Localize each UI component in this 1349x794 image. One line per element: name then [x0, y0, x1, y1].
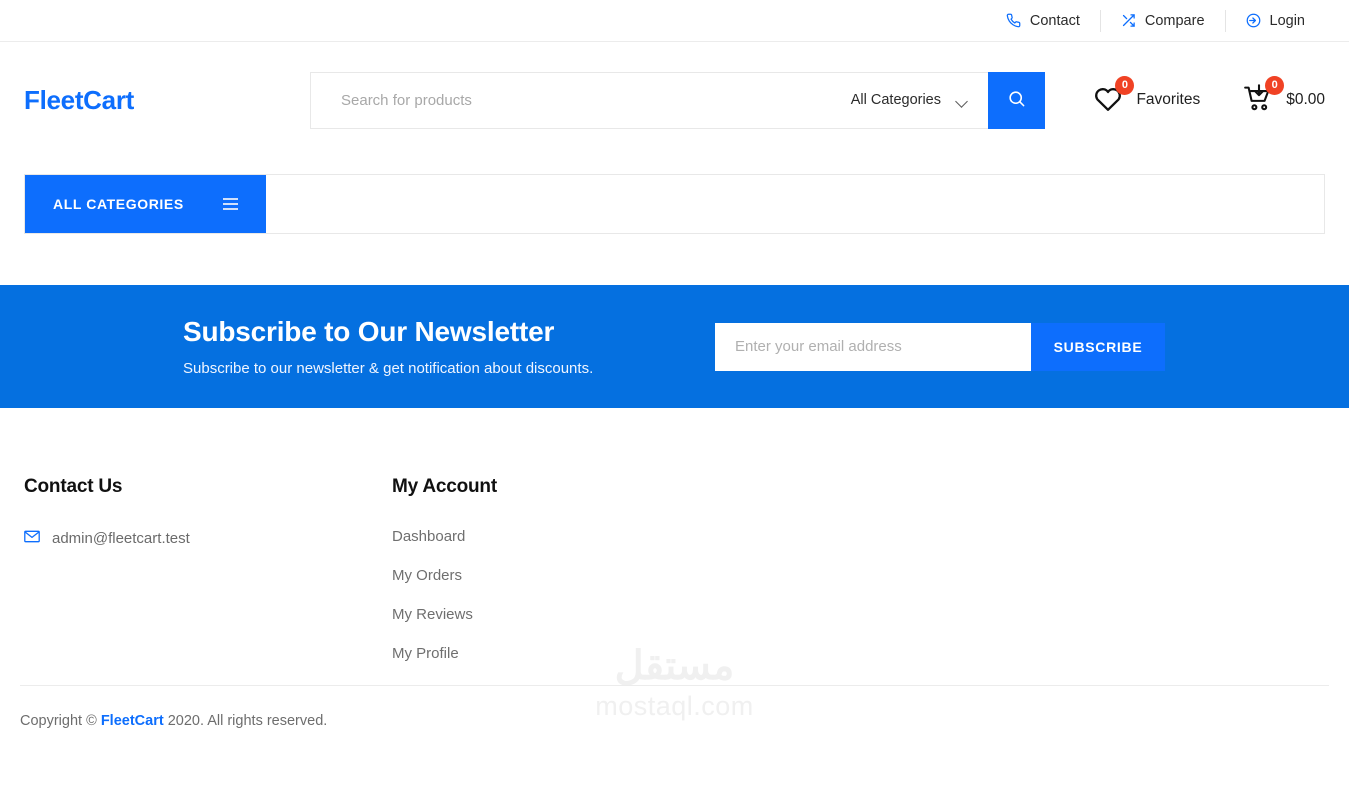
- newsletter-email-input[interactable]: [715, 322, 1031, 371]
- category-nav-wrap: ALL CATEGORIES: [0, 174, 1349, 234]
- cart-count-badge: 0: [1265, 75, 1285, 95]
- site-logo[interactable]: FleetCart: [24, 85, 310, 116]
- all-categories-label: ALL CATEGORIES: [53, 196, 184, 212]
- site-footer: Contact Us admin@fleetcart.test My Accou…: [0, 408, 1349, 729]
- footer-account-title: My Account: [392, 476, 497, 497]
- topbar-item-contact[interactable]: Contact: [986, 10, 1100, 32]
- footer-column-account: My Account Dashboard My Orders My Review…: [392, 476, 692, 662]
- footer-link-my-reviews[interactable]: My Reviews: [392, 606, 692, 623]
- newsletter-form: SUBSCRIBE: [715, 322, 1165, 371]
- footer-divider: [20, 685, 1329, 686]
- footer-contact-title: Contact Us: [24, 476, 123, 497]
- cart-icon-wrap: 0: [1244, 75, 1285, 117]
- footer-link-dashboard[interactable]: Dashboard: [392, 528, 692, 545]
- favorites-icon-wrap: 0: [1092, 75, 1135, 117]
- chevron-down-icon: [957, 97, 968, 104]
- topbar-item-compare[interactable]: Compare: [1099, 9, 1225, 32]
- favorites-count-badge: 0: [1115, 75, 1135, 95]
- category-nav: ALL CATEGORIES: [24, 174, 1325, 234]
- header-actions: 0 Favorites 0 $0.00: [1092, 75, 1325, 117]
- topbar-item-login[interactable]: Login: [1224, 9, 1325, 32]
- favorites-button[interactable]: 0 Favorites: [1092, 75, 1201, 117]
- site-header: FleetCart All Categories 0: [0, 42, 1349, 158]
- hamburger-icon: [223, 198, 238, 210]
- all-categories-button[interactable]: ALL CATEGORIES: [25, 175, 266, 233]
- search-submit-button[interactable]: [988, 71, 1045, 129]
- newsletter-title: Subscribe to Our Newsletter: [183, 316, 555, 347]
- mail-icon: [24, 530, 40, 547]
- newsletter-banner: Subscribe to Our Newsletter Subscribe to…: [0, 285, 1349, 408]
- copyright-prefix: Copyright ©: [20, 713, 101, 729]
- shuffle-icon: [1121, 13, 1136, 28]
- footer-contact-email-row[interactable]: admin@fleetcart.test: [24, 530, 392, 547]
- newsletter-text: Subscribe to Our Newsletter Subscribe to…: [183, 316, 703, 377]
- search-icon: [1007, 89, 1026, 111]
- footer-account-links: Dashboard My Orders My Reviews My Profil…: [392, 528, 692, 662]
- search-input[interactable]: [311, 72, 851, 128]
- search-category-select[interactable]: All Categories: [851, 92, 988, 108]
- cart-amount: $0.00: [1286, 91, 1325, 108]
- page-root: Contact Compare Login FleetCart All Cate…: [0, 0, 1349, 794]
- footer-column-contact: Contact Us admin@fleetcart.test: [24, 476, 392, 662]
- copyright-text: Copyright © FleetCart 2020. All rights r…: [20, 713, 327, 729]
- watermark-latin: mostaql.com: [595, 691, 754, 721]
- search-bar: All Categories: [310, 71, 1045, 129]
- footer-link-my-profile[interactable]: My Profile: [392, 645, 692, 662]
- topbar-label-login: Login: [1269, 12, 1305, 29]
- topbar-label-contact: Contact: [1029, 12, 1080, 29]
- topbar-label-compare: Compare: [1144, 12, 1205, 29]
- search-category-value: All Categories: [850, 92, 941, 108]
- top-utility-bar: Contact Compare Login: [0, 0, 1349, 42]
- copyright-suffix: 2020. All rights reserved.: [163, 713, 328, 729]
- copyright-brand[interactable]: FleetCart: [101, 713, 164, 729]
- footer-link-my-orders[interactable]: My Orders: [392, 567, 692, 584]
- sign-in-icon: [1246, 13, 1261, 28]
- footer-contact-email: admin@fleetcart.test: [52, 530, 190, 547]
- footer-columns: Contact Us admin@fleetcart.test My Accou…: [24, 408, 1325, 662]
- newsletter-subscribe-button[interactable]: SUBSCRIBE: [1031, 322, 1165, 371]
- newsletter-subtitle: Subscribe to our newsletter & get notifi…: [183, 360, 594, 377]
- favorites-label: Favorites: [1136, 91, 1201, 108]
- phone-icon: [1006, 13, 1021, 28]
- cart-button[interactable]: 0 $0.00: [1244, 75, 1325, 117]
